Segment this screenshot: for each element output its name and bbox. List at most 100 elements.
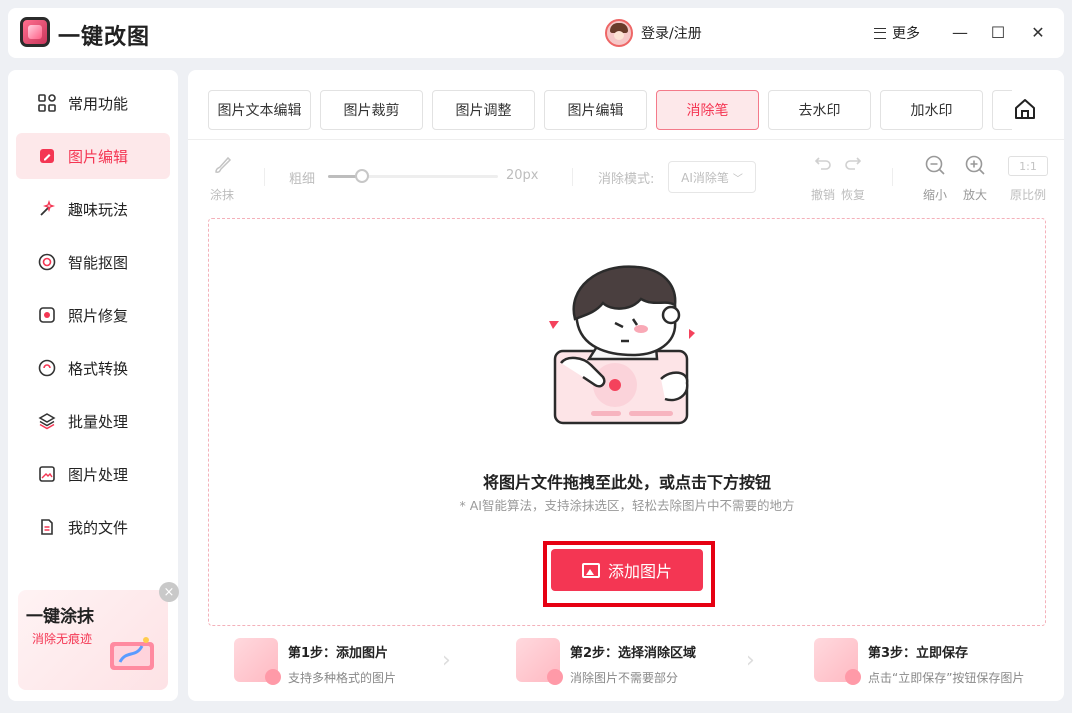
zoom-out-label: 缩小: [923, 188, 948, 202]
ratio-button[interactable]: 1:1: [1008, 156, 1048, 176]
sidebar-item-label: 图片编辑: [68, 147, 129, 166]
tab-overflow[interactable]: [992, 90, 1012, 130]
zoom-in-icon[interactable]: [964, 154, 986, 176]
tab-image-edit[interactable]: 图片编辑: [544, 90, 647, 130]
layers-icon: [38, 412, 56, 430]
thickness-value: 20px: [506, 168, 539, 183]
sidebar-item-fun[interactable]: 趣味玩法: [16, 186, 170, 232]
sidebar-item-my-files[interactable]: 我的文件: [16, 504, 170, 550]
convert-icon: [38, 359, 56, 377]
tab-eraser[interactable]: 消除笔: [656, 90, 759, 130]
drop-zone-subtitle: * AI智能算法，支持涂抹选区，轻松去除图片中不需要的地方: [459, 498, 795, 513]
thickness-slider-knob[interactable]: [355, 169, 369, 183]
promo-banner[interactable]: 一键涂抹 消除无痕迹 ×: [18, 582, 179, 690]
add-image-label: 添加图片: [607, 562, 672, 581]
character-illustration-icon: [549, 265, 695, 425]
sidebar-item-label: 我的文件: [68, 518, 129, 537]
divider: [572, 168, 573, 186]
step-3: 第3步：立即保存 点击“立即保存”按钮保存图片: [814, 638, 1024, 688]
sidebar-item-label: 趣味玩法: [68, 200, 129, 219]
sidebar-item-batch[interactable]: 批量处理: [16, 398, 170, 444]
app-title: 一键改图: [58, 25, 151, 50]
redo-label: 恢复: [841, 188, 866, 202]
minimize-button[interactable]: —: [948, 20, 972, 44]
sidebar-item-label: 常用功能: [68, 94, 129, 113]
title-bar: 一键改图 登录/注册 更多 — ☐ ✕: [8, 8, 1064, 58]
sidebar-item-label: 格式转换: [68, 359, 129, 378]
sidebar-item-image-edit[interactable]: 图片编辑: [16, 133, 170, 179]
steps-bar: 第1步：添加图片 支持多种格式的图片 › 第2步：选择消除区域 消除图片不需要部…: [188, 634, 1064, 694]
mode-label: 消除模式:: [598, 172, 655, 187]
smear-label: 涂抹: [210, 188, 235, 202]
home-icon[interactable]: [1012, 96, 1038, 122]
maximize-button[interactable]: ☐: [986, 20, 1010, 44]
promo-title: 一键涂抹: [26, 607, 94, 627]
eraser-toolbar: 涂抹 粗细 20px 消除模式: AI消除笔 ﹀ 撤销 恢复 缩小 放大 1:1…: [188, 152, 1064, 202]
magic-wand-icon: [38, 200, 56, 218]
sidebar-item-label: 智能抠图: [68, 253, 129, 272]
tab-bar: 图片文本编辑 图片裁剪 图片调整 图片编辑 消除笔 去水印 加水印: [188, 70, 1064, 140]
undo-label: 撤销: [811, 188, 836, 202]
close-button[interactable]: ✕: [1026, 20, 1050, 44]
login-button[interactable]: 登录/注册: [605, 19, 702, 47]
select-area-icon: [516, 638, 563, 685]
step-title: 第1步：添加图片: [288, 646, 389, 661]
menu-icon: [874, 27, 886, 39]
sidebar: 常用功能 图片编辑 趣味玩法 智能抠图 照片修复 格式转换 批量处理 图片处理 …: [8, 70, 179, 701]
step-title: 第2步：选择消除区域: [570, 646, 697, 661]
chevron-right-icon: ›: [442, 648, 451, 673]
step-desc: 点击“立即保存”按钮保存图片: [868, 671, 1025, 685]
chevron-right-icon: ›: [746, 648, 755, 673]
sidebar-item-convert[interactable]: 格式转换: [16, 345, 170, 391]
edit-icon: [38, 147, 56, 165]
zoom-in-label: 放大: [963, 188, 988, 202]
tab-remove-watermark[interactable]: 去水印: [768, 90, 871, 130]
mode-select[interactable]: AI消除笔 ﹀: [668, 161, 756, 193]
divider: [264, 168, 265, 186]
undo-icon[interactable]: [813, 154, 833, 172]
grid-icon: [38, 94, 56, 112]
sidebar-item-cutout[interactable]: 智能抠图: [16, 239, 170, 285]
sidebar-item-label: 批量处理: [68, 412, 129, 431]
ratio-label: 原比例: [1010, 188, 1047, 202]
add-image-button[interactable]: 添加图片: [551, 549, 703, 591]
thickness-slider[interactable]: [328, 169, 498, 183]
target-icon: [38, 253, 56, 271]
promo-illustration-icon: [110, 637, 154, 670]
tab-text-edit[interactable]: 图片文本编辑: [208, 90, 311, 130]
tab-add-watermark[interactable]: 加水印: [880, 90, 983, 130]
sidebar-item-common[interactable]: 常用功能: [16, 80, 170, 126]
step-1: 第1步：添加图片 支持多种格式的图片: [234, 638, 396, 688]
add-image-icon: [581, 562, 600, 578]
sidebar-item-repair[interactable]: 照片修复: [16, 292, 170, 338]
tab-crop[interactable]: 图片裁剪: [320, 90, 423, 130]
tab-adjust[interactable]: 图片调整: [432, 90, 535, 130]
repair-icon: [38, 306, 56, 324]
mode-value: AI消除笔: [681, 170, 729, 185]
step-desc: 支持多种格式的图片: [288, 671, 397, 685]
add-picture-icon: [234, 638, 281, 685]
save-picture-icon: [814, 638, 861, 685]
app-logo-icon: [20, 17, 50, 47]
brush-icon[interactable]: [212, 154, 234, 176]
promo-subtitle: 消除无痕迹: [32, 632, 93, 646]
drop-zone[interactable]: 将图片文件拖拽至此处，或点击下方按钮 * AI智能算法，支持涂抹选区，轻松去除图…: [208, 218, 1046, 626]
redo-icon[interactable]: [843, 154, 863, 172]
sidebar-item-label: 照片修复: [68, 306, 129, 325]
more-label: 更多: [892, 26, 920, 42]
main-panel: 图片文本编辑 图片裁剪 图片调整 图片编辑 消除笔 去水印 加水印 涂抹 粗细 …: [188, 70, 1064, 701]
sidebar-item-label: 图片处理: [68, 465, 129, 484]
step-title: 第3步：立即保存: [868, 646, 969, 661]
step-2: 第2步：选择消除区域 消除图片不需要部分: [516, 638, 696, 688]
image-icon: [38, 465, 56, 483]
more-button[interactable]: 更多: [874, 23, 920, 43]
promo-close-icon[interactable]: ×: [159, 582, 179, 602]
zoom-out-icon[interactable]: [924, 154, 946, 176]
chevron-down-icon: ﹀: [732, 173, 743, 185]
thickness-label: 粗细: [289, 172, 316, 187]
avatar[interactable]: [605, 19, 633, 47]
login-label[interactable]: 登录/注册: [641, 23, 702, 43]
divider: [892, 168, 893, 186]
sidebar-item-image-process[interactable]: 图片处理: [16, 451, 170, 497]
drop-zone-title: 将图片文件拖拽至此处，或点击下方按钮: [482, 473, 771, 492]
